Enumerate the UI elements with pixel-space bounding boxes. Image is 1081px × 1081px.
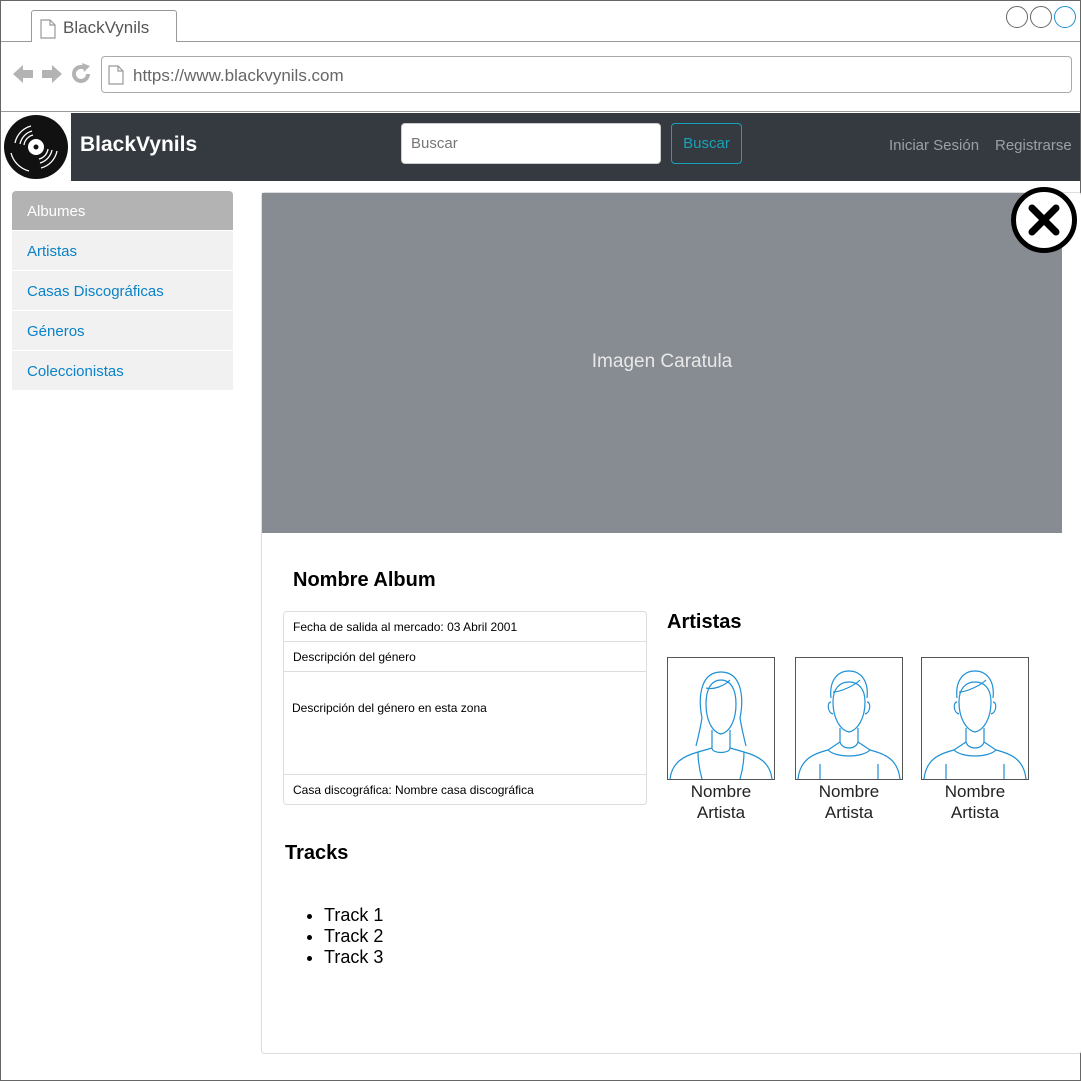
sidebar-item-coleccionistas[interactable]: Coleccionistas: [12, 351, 233, 391]
forward-arrow-icon[interactable]: [40, 62, 64, 86]
artist-card[interactable]: Nombre Artista: [921, 657, 1029, 823]
register-link[interactable]: Registrarse: [995, 137, 1072, 154]
search-input[interactable]: [401, 123, 661, 164]
reload-icon[interactable]: [69, 62, 93, 86]
close-button[interactable]: [1011, 187, 1077, 253]
genre: Descripción del género: [284, 642, 646, 672]
female-avatar-icon: [669, 671, 773, 780]
artist-name-line1: Nombre: [818, 782, 880, 801]
cover-placeholder-label: Imagen Caratula: [591, 351, 733, 372]
sidebar-menu: Albumes Artistas Casas Discográficas Gén…: [12, 191, 233, 391]
login-link[interactable]: Iniciar Sesión: [889, 137, 979, 154]
window-controls: [1006, 6, 1076, 28]
track-item[interactable]: Track 2: [324, 926, 383, 947]
artist-name-line2: Artista: [824, 803, 874, 822]
minimize-icon[interactable]: [1006, 6, 1028, 28]
album-title: Nombre Album: [293, 569, 436, 591]
album-cover-image: Imagen Caratula: [262, 193, 1062, 533]
logo[interactable]: [1, 113, 71, 181]
tab-title: BlackVynils: [63, 18, 150, 37]
artist-name-line1: Nombre: [944, 782, 1006, 801]
record-label: Casa discográfica: Nombre casa discográf…: [293, 783, 534, 797]
brand-name[interactable]: BlackVynils: [80, 133, 197, 157]
album-info-list: Fecha de salida al mercado: 03 Abril 200…: [283, 611, 647, 805]
sidebar-item-artistas[interactable]: Artistas: [12, 231, 233, 271]
artist-name-line2: Artista: [950, 803, 1000, 822]
artist-card[interactable]: Nombre Artista: [795, 657, 903, 823]
album-detail-card: Imagen Caratula Nombre Album Fecha de sa…: [261, 192, 1081, 1054]
vinyl-record-icon: [4, 115, 68, 179]
track-list: Track 1 Track 2 Track 3: [324, 905, 383, 968]
artists-heading: Artistas: [667, 611, 742, 633]
artist-name: Nombre Artista: [667, 781, 775, 823]
track-item[interactable]: Track 3: [324, 947, 383, 968]
sidebar-item-albumes[interactable]: Albumes: [12, 191, 233, 231]
sidebar-item-generos[interactable]: Géneros: [12, 311, 233, 351]
genre-description: Descripción del género en esta zona: [284, 672, 646, 775]
artist-card[interactable]: Nombre Artista: [667, 657, 775, 823]
artist-photo: [795, 657, 903, 780]
document-icon: [40, 19, 56, 39]
artist-name: Nombre Artista: [921, 781, 1029, 823]
browser-tab[interactable]: BlackVynils: [31, 10, 177, 43]
tab-bar: BlackVynils: [1, 1, 1080, 43]
url-field[interactable]: https://www.blackvynils.com: [101, 56, 1072, 93]
url-text: https://www.blackvynils.com: [133, 66, 344, 85]
sidebar-item-casas-discograficas[interactable]: Casas Discográficas: [12, 271, 233, 311]
back-arrow-icon[interactable]: [11, 62, 35, 86]
track-item[interactable]: Track 1: [324, 905, 383, 926]
tracks-heading: Tracks: [285, 842, 349, 864]
address-bar-row: https://www.blackvynils.com: [1, 42, 1080, 112]
browser-window: BlackVynils https://www.blackvynils.com …: [0, 0, 1081, 1081]
page-icon: [108, 65, 124, 85]
search-button[interactable]: Buscar: [671, 123, 742, 164]
artist-name-line2: Artista: [696, 803, 746, 822]
artist-name-line1: Nombre: [690, 782, 752, 801]
release-date: Fecha de salida al mercado: 03 Abril 200…: [284, 612, 646, 642]
artist-name: Nombre Artista: [795, 781, 903, 823]
male-avatar-icon: [923, 670, 1027, 780]
artist-photo: [921, 657, 1029, 780]
nav-buttons: [11, 62, 93, 86]
artist-photo: [667, 657, 775, 780]
close-window-icon[interactable]: [1054, 6, 1076, 28]
maximize-icon[interactable]: [1030, 6, 1052, 28]
close-icon: [1028, 204, 1060, 236]
site-header: BlackVynils Buscar Iniciar Sesión Regist…: [1, 113, 1080, 181]
male-avatar-icon: [797, 670, 901, 780]
